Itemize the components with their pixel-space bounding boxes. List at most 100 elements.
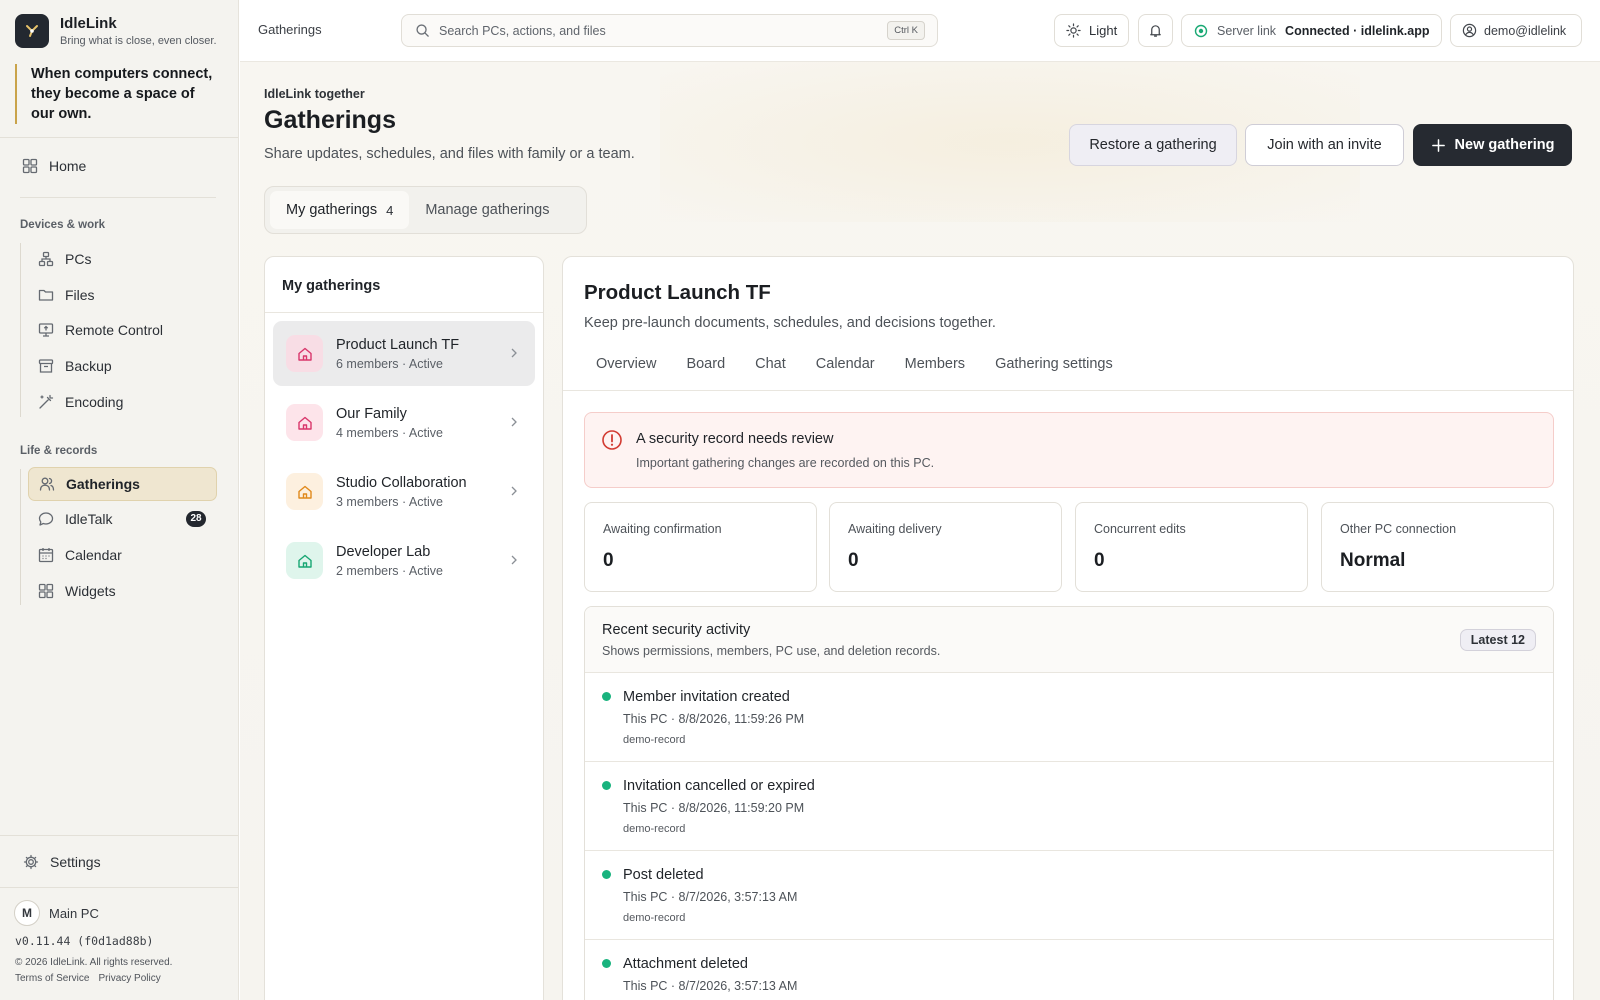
stat-card: Awaiting confirmation 0 <box>584 502 817 592</box>
gathering-meta: 2 members · Active <box>336 563 443 578</box>
sidebar-item-idletalk[interactable]: IdleTalk 28 <box>38 502 216 536</box>
tab-calendar[interactable]: Calendar <box>804 356 887 372</box>
brand-logo-icon <box>15 14 49 48</box>
page-title: Gatherings <box>264 106 396 134</box>
stat-value: 0 <box>603 550 614 571</box>
activity-time: This PC · 8/8/2026, 11:59:20 PM <box>623 801 805 815</box>
search-box[interactable]: Ctrl K <box>401 14 938 47</box>
tab-my-gatherings[interactable]: My gatherings 4 <box>270 191 410 229</box>
tab-gathering-settings[interactable]: Gathering settings <box>983 356 1125 372</box>
search-icon <box>416 24 429 37</box>
sidebar-item-label: Widgets <box>65 583 116 599</box>
monitor-icon <box>38 323 54 337</box>
list-item-gathering[interactable]: Product Launch TF 6 members · Active <box>273 321 535 386</box>
activity-name: Invitation cancelled or expired <box>623 778 815 794</box>
chevron-right-icon <box>511 348 517 358</box>
tab-overview[interactable]: Overview <box>584 356 668 372</box>
current-pc[interactable]: M Main PC <box>14 900 99 926</box>
folder-icon <box>38 289 54 301</box>
list-item[interactable]: Member invitation created This PC · 8/8/… <box>585 673 1553 762</box>
bell-icon <box>1150 25 1161 37</box>
sidebar-item-label: PCs <box>65 251 92 267</box>
chat-icon <box>38 512 54 526</box>
sidebar-item-settings[interactable]: Settings <box>23 845 101 879</box>
grid-icon <box>38 583 54 599</box>
divider <box>0 137 238 138</box>
sidebar-item-pcs[interactable]: PCs <box>38 242 216 276</box>
list-item-gathering[interactable]: Developer Lab 2 members · Active <box>273 528 535 593</box>
restore-gathering-button[interactable]: Restore a gathering <box>1069 124 1237 166</box>
tab-chat[interactable]: Chat <box>743 356 798 372</box>
brand-tagline: Bring what is close, even closer. <box>60 35 217 47</box>
sidebar-item-remote-control[interactable]: Remote Control <box>38 313 216 347</box>
wand-icon <box>39 394 54 409</box>
theme-label: Light <box>1089 23 1118 38</box>
divider <box>0 835 238 836</box>
notifications-button[interactable] <box>1138 14 1173 47</box>
sidebar-item-gatherings[interactable]: Gatherings <box>28 467 217 501</box>
home-icon <box>297 347 312 361</box>
list-item[interactable]: Invitation cancelled or expired This PC … <box>585 762 1553 851</box>
calendar-icon <box>38 548 54 563</box>
server-link-status[interactable]: Server link Connected · idlelink.app <box>1181 14 1442 47</box>
activity-name: Member invitation created <box>623 689 790 705</box>
gathering-meta: 6 members · Active <box>336 356 443 371</box>
sidebar-item-label: IdleTalk <box>65 511 113 527</box>
sidebar-item-backup[interactable]: Backup <box>38 349 216 383</box>
activity-time: This PC · 8/8/2026, 11:59:26 PM <box>623 712 805 726</box>
gatherings-list-panel: My gatherings Product Launch TF 6 member… <box>264 256 544 1000</box>
sun-icon <box>1066 23 1081 38</box>
gathering-name: Our Family <box>336 405 407 422</box>
list-title: My gatherings <box>265 257 543 313</box>
tab-board[interactable]: Board <box>674 356 737 372</box>
home-icon <box>297 485 312 499</box>
gathering-description: Keep pre-launch documents, schedules, an… <box>584 315 996 331</box>
sidebar-item-files[interactable]: Files <box>38 278 216 312</box>
sidebar-item-encoding[interactable]: Encoding <box>38 385 216 419</box>
avatar: M <box>14 900 40 926</box>
divider <box>20 197 216 198</box>
sidebar-item-home[interactable]: Home <box>22 149 86 183</box>
list-item[interactable]: Post deleted This PC · 8/7/2026, 3:57:13… <box>585 851 1553 940</box>
sidebar-item-widgets[interactable]: Widgets <box>38 574 216 608</box>
tab-label: My gatherings <box>286 202 378 218</box>
terms-link[interactable]: Terms of Service <box>15 973 89 984</box>
page-subtitle: Share updates, schedules, and files with… <box>264 146 635 162</box>
join-invite-button[interactable]: Join with an invite <box>1245 124 1404 166</box>
brand-motto: When computers connect, they become a sp… <box>15 64 225 124</box>
gathering-meta: 3 members · Active <box>336 494 443 509</box>
chevron-right-icon <box>511 417 517 427</box>
status-dot <box>602 959 611 968</box>
list-item[interactable]: Attachment deleted This PC · 8/7/2026, 3… <box>585 940 1553 1000</box>
sidebar-item-label: Files <box>65 287 95 303</box>
sidebar-item-label: Encoding <box>65 394 124 410</box>
tab-manage-gatherings[interactable]: Manage gatherings <box>409 191 565 229</box>
privacy-link[interactable]: Privacy Policy <box>98 973 160 984</box>
divider <box>563 390 1573 391</box>
security-alert[interactable]: A security record needs review Important… <box>584 412 1554 488</box>
legal-links: Terms of Service Privacy Policy <box>15 973 170 984</box>
stat-value: Normal <box>1340 550 1406 571</box>
brand[interactable]: IdleLink Bring what is close, even close… <box>15 14 217 48</box>
section-label-life: Life & records <box>20 445 98 457</box>
divider <box>0 887 238 888</box>
user-menu-button[interactable]: demo@idlelink <box>1450 14 1582 47</box>
gear-icon <box>23 854 39 870</box>
list-item-gathering[interactable]: Studio Collaboration 3 members · Active <box>273 459 535 524</box>
activity-tag: demo-record <box>623 823 686 835</box>
activity-tag: demo-record <box>623 912 686 924</box>
sidebar-item-calendar[interactable]: Calendar <box>38 538 216 572</box>
list-item-gathering[interactable]: Our Family 4 members · Active <box>273 390 535 455</box>
security-activity-panel: Recent security activity Shows permissio… <box>584 606 1554 1000</box>
activity-name: Post deleted <box>623 867 704 883</box>
gathering-icon <box>286 473 323 510</box>
activity-name: Attachment deleted <box>623 956 748 972</box>
search-input[interactable] <box>439 23 879 38</box>
stat-label: Awaiting delivery <box>848 522 942 536</box>
new-gathering-button[interactable]: New gathering <box>1413 124 1572 166</box>
theme-toggle-button[interactable]: Light <box>1054 14 1129 47</box>
gathering-meta: 4 members · Active <box>336 425 443 440</box>
plus-icon <box>1431 138 1445 152</box>
tab-members[interactable]: Members <box>893 356 977 372</box>
gathering-tabs: Overview Board Chat Calendar Members Gat… <box>584 356 1131 372</box>
